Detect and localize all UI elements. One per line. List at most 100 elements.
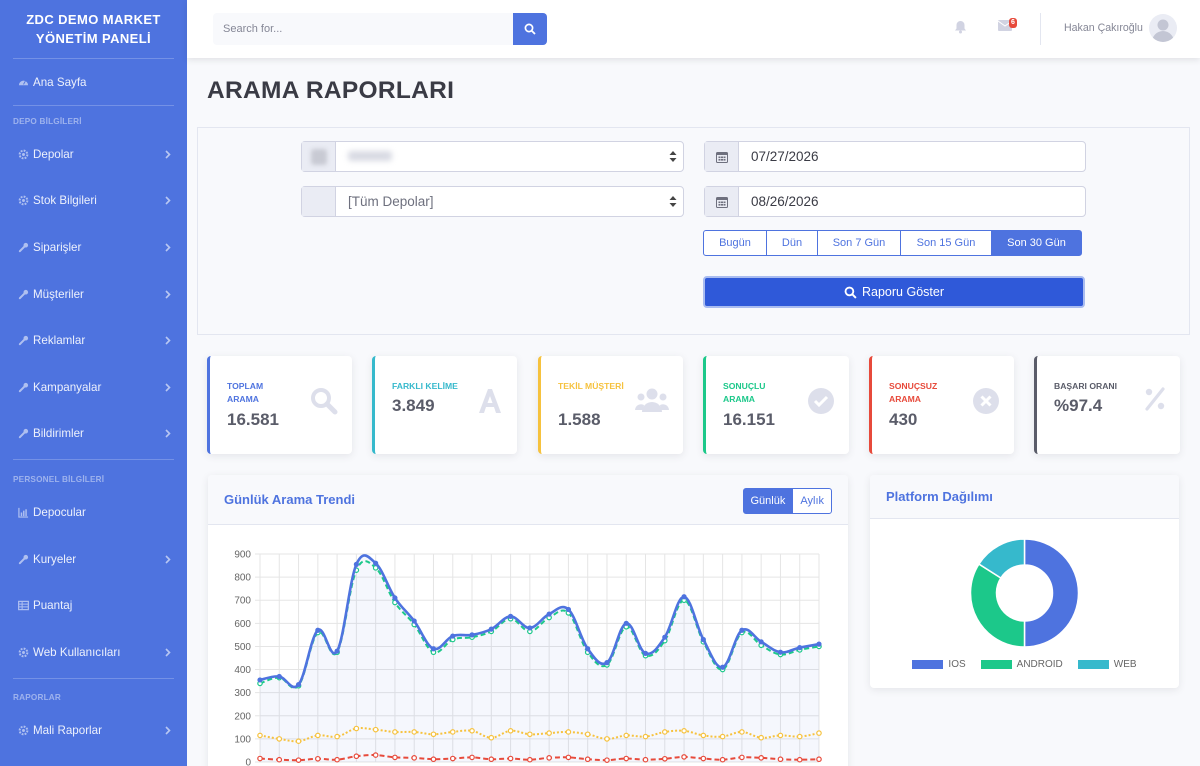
- data-point: [700, 636, 706, 643]
- sidebar-item-web-kullanicilari[interactable]: Web Kullanıcıları: [0, 629, 187, 676]
- depot-select[interactable]: [Tüm Depolar]: [301, 186, 684, 217]
- sort-icon: [663, 151, 683, 162]
- sidebar-heading: DEPO BİLGİLERİ: [13, 116, 82, 126]
- range-button[interactable]: Son 15 Gün: [900, 230, 992, 256]
- store-select[interactable]: [301, 141, 684, 172]
- range-button[interactable]: Dün: [766, 230, 818, 256]
- data-point: [507, 755, 514, 762]
- data-point: [777, 756, 784, 763]
- search-input[interactable]: [213, 13, 513, 45]
- legend-swatch: [912, 660, 944, 669]
- chevron-right-icon: [165, 150, 171, 159]
- gear-icon: [16, 195, 30, 206]
- sidebar-item-label: Web Kullanıcıları: [33, 645, 121, 659]
- data-point: [623, 755, 630, 762]
- legend-item[interactable]: ANDROID: [980, 659, 1063, 670]
- sidebar-item-musteriler[interactable]: Müşteriler: [0, 271, 187, 318]
- kpi-card: TOPLAM ARAMA 16.581: [207, 356, 352, 454]
- kpi-card: FARKLI KELİME 3.849: [372, 356, 517, 454]
- pie-slice[interactable]: [1023, 538, 1080, 648]
- data-point: [642, 756, 649, 763]
- sidebar-item-home[interactable]: Ana Sayfa: [0, 59, 187, 105]
- range-button[interactable]: Son 30 Gün: [991, 230, 1082, 256]
- sidebar-item-label: Depocular: [33, 505, 86, 519]
- sidebar-item-depolar[interactable]: Depolar: [0, 131, 187, 178]
- show-report-button[interactable]: Raporu Göster: [703, 276, 1085, 308]
- y-tick-label: 600: [234, 619, 251, 630]
- alerts-button[interactable]: [954, 20, 967, 34]
- depot-select-prefix: [302, 187, 336, 216]
- data-point: [411, 618, 417, 624]
- data-point: [488, 756, 495, 763]
- data-point: [565, 754, 572, 761]
- avatar[interactable]: [1149, 14, 1177, 42]
- y-tick-label: 100: [234, 734, 251, 745]
- data-point: [584, 756, 591, 763]
- data-point: [334, 733, 340, 740]
- platform-chart: [969, 538, 1080, 648]
- end-date-field[interactable]: 08/26/2026: [704, 186, 1086, 217]
- chevron-right-icon: [165, 554, 171, 564]
- messages-button[interactable]: 6: [998, 18, 1017, 31]
- data-point: [430, 731, 437, 738]
- data-point: [777, 649, 784, 655]
- range-button[interactable]: Son 7 Gün: [817, 230, 901, 256]
- sidebar-item-bildirimler[interactable]: Bildirimler: [0, 411, 187, 458]
- date-range-group: Bugün Dün Son 7 Gün Son 15 Gün Son 30 Gün: [703, 230, 1082, 256]
- start-date-field[interactable]: 07/27/2026: [704, 141, 1086, 172]
- calendar-icon: [705, 142, 739, 171]
- user-name[interactable]: Hakan Çakıroğlu: [1064, 22, 1143, 34]
- data-point: [430, 646, 437, 652]
- data-point: [469, 728, 475, 734]
- y-tick-label: 800: [234, 573, 251, 584]
- chevron-right-icon: [165, 196, 171, 205]
- data-point: [449, 729, 456, 735]
- sidebar-brand[interactable]: ZDC DEMO MARKET YÖNETİM PANELİ: [0, 0, 187, 58]
- trend-card: Günlük Arama Trendi Günlük Aylık 0 100 200…: [208, 475, 848, 766]
- sidebar-item-kampanyalar[interactable]: Kampanyalar: [0, 364, 187, 411]
- sidebar-item-reklamlar[interactable]: Reklamlar: [0, 317, 187, 364]
- data-point: [257, 755, 263, 762]
- toggle-daily[interactable]: Günlük: [742, 488, 794, 514]
- legend-item[interactable]: WEB: [1077, 659, 1137, 670]
- sidebar-item-label: Siparişler: [33, 240, 82, 254]
- sidebar-item-siparisler[interactable]: Siparişler: [0, 224, 187, 271]
- y-tick-label: 500: [234, 642, 251, 653]
- sidebar: ZDC DEMO MARKET YÖNETİM PANELİ Ana Sayfa…: [0, 0, 187, 766]
- y-tick-label: 200: [234, 711, 251, 722]
- legend-label: ANDROID: [1016, 659, 1063, 670]
- legend-item[interactable]: IOS: [912, 659, 966, 670]
- sidebar-item-kuryeler[interactable]: Kuryeler: [0, 536, 187, 583]
- store-select-prefix: [302, 142, 336, 171]
- sidebar-item-label: Depolar: [33, 147, 74, 161]
- data-point: [681, 728, 687, 734]
- data-point: [719, 733, 726, 740]
- data-point: [372, 752, 379, 758]
- range-button[interactable]: Bugün: [703, 230, 767, 256]
- data-point: [758, 639, 764, 645]
- chevron-right-icon: [165, 648, 171, 657]
- sidebar-item-depocular[interactable]: Depocular: [0, 489, 187, 536]
- bell-icon: [954, 20, 967, 34]
- toggle-monthly[interactable]: Aylık: [792, 488, 832, 514]
- table-icon: [16, 600, 30, 611]
- data-point: [565, 606, 572, 613]
- data-point: [430, 756, 437, 763]
- sidebar-item-puantaj[interactable]: Puantaj: [0, 582, 187, 629]
- sidebar-divider: [13, 677, 174, 679]
- wrench-icon: [16, 554, 30, 565]
- sidebar-item-mali-raporlar[interactable]: Mali Raporlar: [0, 708, 187, 755]
- wrench-icon: [16, 382, 30, 393]
- sidebar-divider: [13, 459, 174, 461]
- kpi-value: 16.581: [227, 410, 279, 429]
- data-point: [334, 648, 340, 654]
- data-point: [758, 734, 764, 741]
- chevron-right-icon: [165, 290, 171, 299]
- topbar: 6 Hakan Çakıroğlu: [187, 0, 1200, 58]
- sidebar-item-stok[interactable]: Stok Bilgileri: [0, 178, 187, 225]
- data-point: [295, 757, 302, 763]
- data-point: [816, 641, 822, 647]
- sidebar-group-raporlar: Mali Raporlar: [0, 708, 187, 755]
- search-button[interactable]: [513, 13, 547, 45]
- end-date-value: 08/26/2026: [751, 194, 819, 209]
